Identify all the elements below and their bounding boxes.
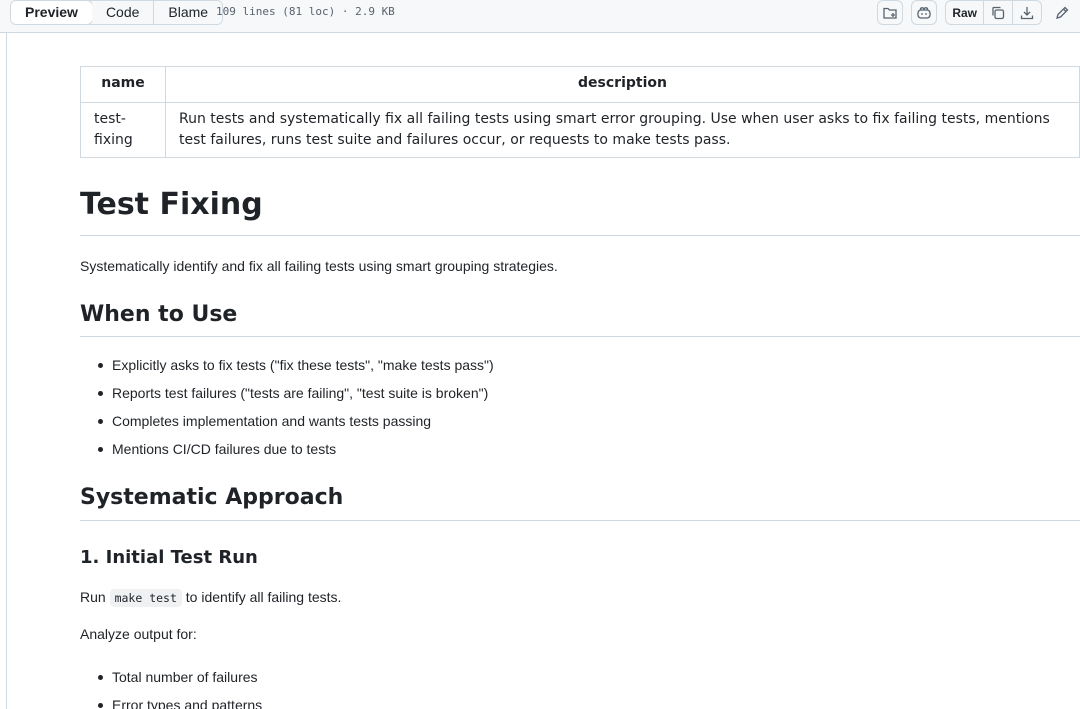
copilot-button[interactable] xyxy=(911,0,938,25)
add-to-directory-button[interactable] xyxy=(877,0,904,25)
frontmatter-table-wrap: name description test-fixing Run tests a… xyxy=(80,66,1080,158)
file-meta-info: 109 lines (81 loc) · 2.9 KB xyxy=(216,5,395,18)
file-toolbar: Preview Code Blame 109 lines (81 loc) · … xyxy=(0,0,1080,33)
tab-blame[interactable]: Blame xyxy=(154,1,223,24)
header-description: description xyxy=(165,66,1080,103)
add-to-directory-icon xyxy=(882,5,898,21)
copy-raw-button[interactable] xyxy=(984,1,1013,24)
when-to-use-list: Explicitly asks to fix tests ("fix these… xyxy=(96,351,494,463)
cell-description: Run tests and systematically fix all fai… xyxy=(165,102,1080,158)
list-item: Error types and patterns xyxy=(96,691,262,709)
list-item: Mentions CI/CD failures due to tests xyxy=(96,435,494,463)
frontmatter-table: name description test-fixing Run tests a… xyxy=(80,66,1080,158)
list-item: Completes implementation and wants tests… xyxy=(96,407,494,435)
inline-code: make test xyxy=(109,589,182,607)
edit-file-button[interactable] xyxy=(1050,0,1074,25)
tab-code[interactable]: Code xyxy=(91,1,155,24)
section-divider xyxy=(80,520,1080,521)
copilot-icon xyxy=(916,5,932,21)
download-raw-button[interactable] xyxy=(1013,1,1041,24)
toolbar-actions: Raw xyxy=(877,0,1074,25)
run-suffix: to identify all failing tests. xyxy=(185,589,342,605)
download-icon xyxy=(1019,5,1035,21)
view-mode-switcher: Preview Code Blame xyxy=(10,0,224,25)
doc-intro: Systematically identify and fix all fail… xyxy=(80,258,558,274)
run-prefix: Run xyxy=(80,589,106,605)
raw-actions-group: Raw xyxy=(945,0,1042,25)
analyze-list: Total number of failures Error types and… xyxy=(96,663,262,709)
doc-title: Test Fixing xyxy=(80,187,263,222)
cell-name: test-fixing xyxy=(80,102,166,158)
run-instruction: Run make test to identify all failing te… xyxy=(80,589,342,607)
title-divider xyxy=(80,235,1080,236)
table-row: test-fixing Run tests and systematically… xyxy=(80,102,1080,158)
list-item: Reports test failures ("tests are failin… xyxy=(96,379,494,407)
list-item: Total number of failures xyxy=(96,663,262,691)
subsection-initial-test-run-heading: 1. Initial Test Run xyxy=(80,547,258,568)
raw-button[interactable]: Raw xyxy=(946,1,984,24)
section-divider xyxy=(80,336,1080,337)
list-item: Explicitly asks to fix tests ("fix these… xyxy=(96,351,494,379)
analyze-text: Analyze output for: xyxy=(80,626,197,642)
content-left-border xyxy=(6,33,7,709)
table-header-row: name description xyxy=(80,66,1080,103)
tab-preview[interactable]: Preview xyxy=(11,1,93,24)
edit-pencil-icon xyxy=(1054,5,1070,21)
header-name: name xyxy=(80,66,166,103)
section-when-to-use-heading: When to Use xyxy=(80,302,238,327)
section-systematic-approach-heading: Systematic Approach xyxy=(80,485,344,510)
copy-icon xyxy=(990,5,1006,21)
